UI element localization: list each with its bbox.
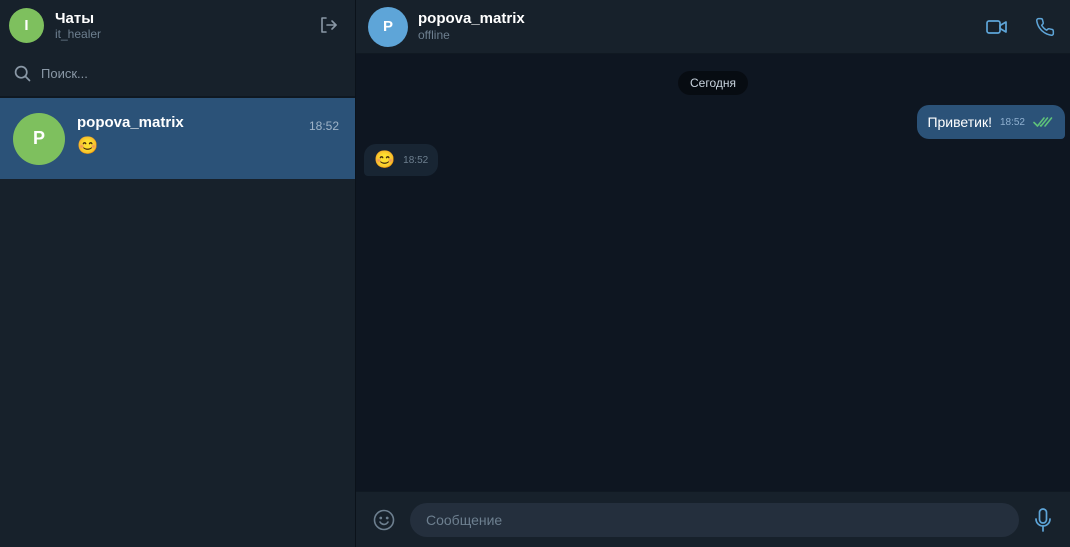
- chat-time: 18:52: [308, 119, 339, 133]
- search-box: [0, 50, 355, 98]
- message-text: Приветик!: [927, 114, 992, 130]
- message-composer: [356, 491, 1070, 547]
- phone-icon: [1036, 17, 1055, 36]
- logout-icon: [321, 17, 337, 33]
- double-check-icon: [1033, 115, 1055, 129]
- chat-info: popova_matrix 😊: [77, 114, 342, 156]
- chat-list-item[interactable]: P popova_matrix 😊 18:52: [0, 98, 355, 179]
- logout-button[interactable]: [317, 14, 339, 36]
- contact-status: offline: [418, 28, 450, 42]
- contact-avatar[interactable]: P: [368, 6, 408, 47]
- chat-name: popova_matrix: [77, 113, 184, 131]
- contact-name[interactable]: popova_matrix: [418, 10, 525, 28]
- video-call-icon: [986, 20, 1007, 34]
- chat-header: P popova_matrix offline: [356, 0, 1070, 54]
- contact-titles: popova_matrix offline: [418, 10, 525, 43]
- emoji-icon: [373, 509, 395, 530]
- message-input[interactable]: [410, 502, 1019, 537]
- chat-avatar: P: [13, 112, 65, 165]
- outgoing-message[interactable]: Приветик! 18:52: [917, 105, 1065, 139]
- my-avatar[interactable]: I: [9, 7, 44, 43]
- chat-list: P popova_matrix 😊 18:52: [0, 98, 355, 547]
- app-window: I Чаты it_healer Поиск... P popova_matri…: [0, 0, 1070, 547]
- sidebar: I Чаты it_healer Поиск... P popova_matri…: [0, 0, 356, 547]
- message-text: 😊: [374, 150, 396, 169]
- message-time: 18:52: [403, 154, 429, 166]
- header-actions: [986, 16, 1056, 38]
- message-time: 18:52: [999, 116, 1025, 128]
- sidebar-titles: Чаты it_healer: [55, 10, 101, 41]
- sidebar-header: I Чаты it_healer: [0, 0, 355, 50]
- voice-message-button[interactable]: [1031, 507, 1055, 532]
- message-area: Сегодня Приветик! 18:52 😊 18:52: [356, 54, 1070, 491]
- date-separator: Сегодня: [678, 71, 748, 95]
- sidebar-title: Чаты: [55, 9, 95, 27]
- microphone-icon: [1035, 507, 1051, 532]
- incoming-message[interactable]: 😊 18:52: [364, 144, 439, 176]
- emoji-button[interactable]: [372, 508, 396, 532]
- chat-panel: P popova_matrix offline Сегодня Приветик…: [356, 0, 1070, 547]
- search-input[interactable]: [41, 65, 341, 81]
- search-icon: [14, 64, 32, 82]
- chat-last-message: 😊: [77, 135, 99, 155]
- username-label: it_healer: [55, 26, 102, 41]
- phone-call-button[interactable]: [1034, 16, 1056, 38]
- video-call-button[interactable]: [986, 16, 1008, 38]
